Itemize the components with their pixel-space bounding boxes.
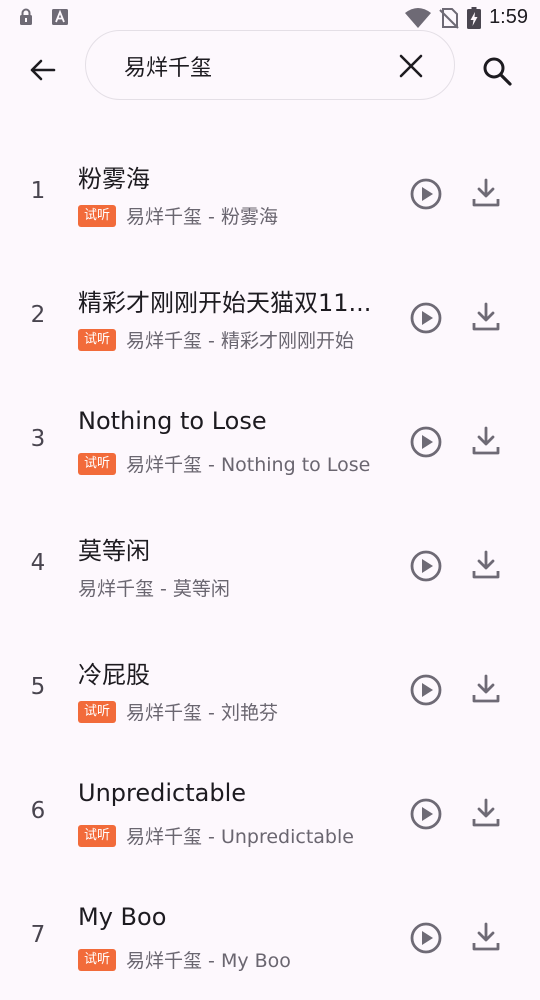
trial-badge: 试听	[78, 204, 117, 227]
wifi-icon	[405, 7, 432, 29]
song-title: Unpredictable	[78, 779, 246, 807]
trial-badge: 试听	[78, 700, 117, 723]
song-index: 5	[30, 674, 46, 700]
play-button[interactable]	[408, 424, 444, 460]
download-icon	[470, 672, 502, 706]
song-title: 精彩才刚刚开始天猫双11...	[78, 289, 372, 317]
song-title: Nothing to Lose	[78, 407, 267, 435]
play-circle-icon	[408, 672, 444, 708]
play-button[interactable]	[408, 796, 444, 832]
clear-button[interactable]	[398, 53, 424, 79]
download-button[interactable]	[470, 920, 502, 954]
song-row[interactable]: 3 Nothing to Lose 试听 易烊千玺 - Nothing to L…	[0, 380, 540, 504]
play-circle-icon	[408, 176, 444, 212]
search-input[interactable]	[124, 49, 384, 83]
download-icon	[470, 424, 502, 458]
song-meta: 试听 易烊千玺 - 粉雾海	[78, 202, 278, 229]
play-button[interactable]	[408, 548, 444, 584]
song-subtitle: 易烊千玺 - 精彩才刚刚开始	[126, 330, 354, 352]
song-subtitle: 易烊千玺 - 粉雾海	[126, 206, 278, 228]
play-button[interactable]	[408, 300, 444, 336]
lock-icon	[18, 8, 34, 26]
search-icon	[480, 54, 516, 90]
trial-badge: 试听	[78, 328, 117, 351]
play-button[interactable]	[408, 176, 444, 212]
arrow-left-icon	[28, 56, 56, 84]
download-button[interactable]	[470, 424, 502, 458]
search-bar	[0, 30, 540, 102]
song-index: 7	[30, 922, 46, 948]
play-circle-icon	[408, 796, 444, 832]
song-meta: 易烊千玺 - 莫等闲	[78, 574, 230, 601]
song-row[interactable]: 4 莫等闲 易烊千玺 - 莫等闲	[0, 504, 540, 628]
close-icon	[398, 53, 424, 79]
download-button[interactable]	[470, 796, 502, 830]
trial-badge: 试听	[78, 824, 117, 847]
download-icon	[470, 796, 502, 830]
trial-badge: 试听	[78, 452, 117, 475]
song-subtitle: 易烊千玺 - 刘艳芬	[126, 702, 278, 724]
song-meta: 试听 易烊千玺 - 刘艳芬	[78, 698, 278, 725]
download-button[interactable]	[470, 548, 502, 582]
play-circle-icon	[408, 920, 444, 956]
song-row[interactable]: 1 粉雾海 试听 易烊千玺 - 粉雾海	[0, 132, 540, 256]
a-icon	[52, 8, 68, 26]
song-index: 4	[30, 550, 46, 576]
play-circle-icon	[408, 548, 444, 584]
song-row[interactable]: 6 Unpredictable 试听 易烊千玺 - Unpredictable	[0, 752, 540, 876]
song-index: 6	[30, 798, 46, 824]
song-meta: 试听 易烊千玺 - 精彩才刚刚开始	[78, 326, 354, 353]
song-index: 2	[30, 302, 46, 328]
download-icon	[470, 300, 502, 334]
song-meta: 试听 易烊千玺 - Unpredictable	[78, 822, 354, 849]
song-subtitle: 易烊千玺 - Unpredictable	[126, 826, 354, 848]
play-circle-icon	[408, 300, 444, 336]
song-list: 1 粉雾海 试听 易烊千玺 - 粉雾海 2 精彩才刚刚开始天猫双11... 试听…	[0, 132, 540, 1000]
song-title: 冷屁股	[78, 661, 150, 689]
play-circle-icon	[408, 424, 444, 460]
song-index: 1	[30, 178, 46, 204]
song-title: 莫等闲	[78, 537, 150, 565]
download-icon	[470, 176, 502, 210]
download-button[interactable]	[470, 176, 502, 210]
song-row[interactable]: 7 My Boo 试听 易烊千玺 - My Boo	[0, 876, 540, 1000]
download-icon	[470, 920, 502, 954]
song-index: 3	[30, 426, 46, 452]
battery-charging-icon	[467, 6, 482, 29]
search-box	[85, 30, 455, 100]
song-meta: 试听 易烊千玺 - Nothing to Lose	[78, 450, 370, 477]
status-time: 1:59	[489, 6, 528, 28]
download-button[interactable]	[470, 672, 502, 706]
play-button[interactable]	[408, 920, 444, 956]
song-row[interactable]: 5 冷屁股 试听 易烊千玺 - 刘艳芬	[0, 628, 540, 752]
download-icon	[470, 548, 502, 582]
back-button[interactable]	[18, 46, 66, 94]
song-subtitle: 易烊千玺 - Nothing to Lose	[126, 454, 371, 476]
search-button[interactable]	[480, 54, 516, 90]
play-button[interactable]	[408, 672, 444, 708]
no-sim-icon	[439, 7, 459, 29]
song-title: 粉雾海	[78, 165, 150, 193]
song-row[interactable]: 2 精彩才刚刚开始天猫双11... 试听 易烊千玺 - 精彩才刚刚开始	[0, 256, 540, 380]
download-button[interactable]	[470, 300, 502, 334]
song-title: My Boo	[78, 903, 167, 931]
song-subtitle: 易烊千玺 - 莫等闲	[78, 578, 230, 600]
